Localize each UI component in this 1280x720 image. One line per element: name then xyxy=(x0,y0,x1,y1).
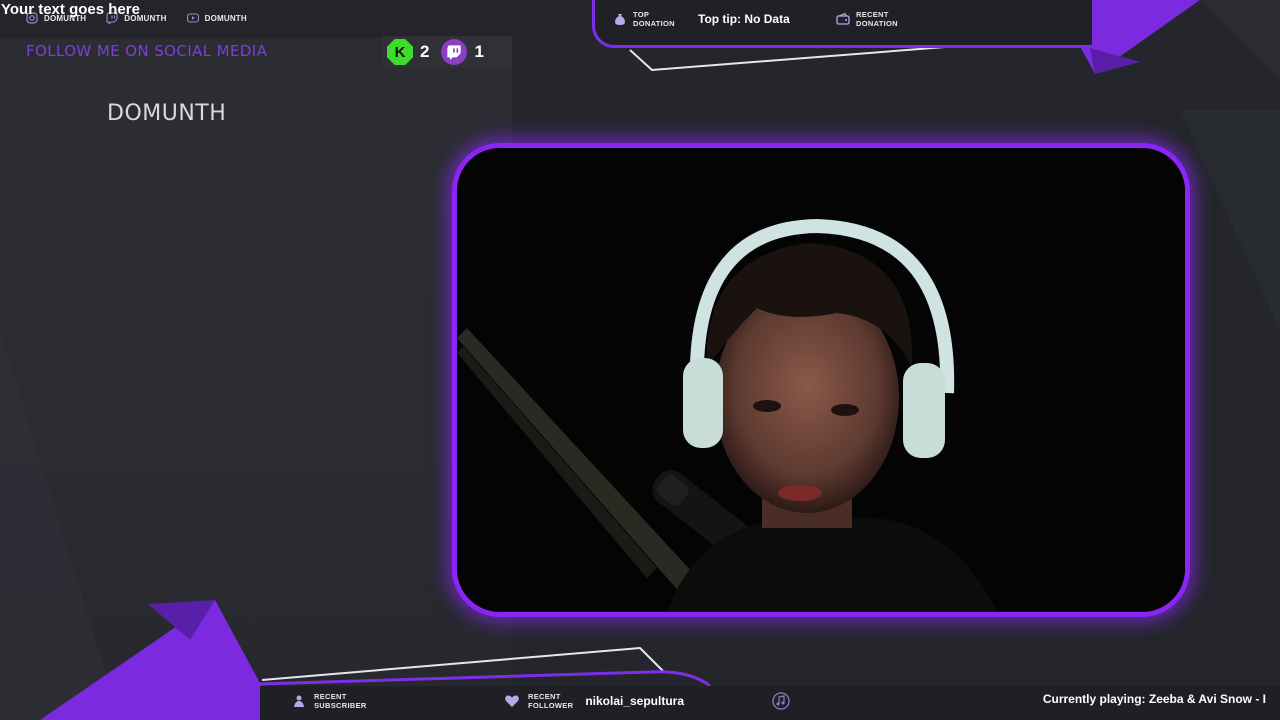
twitch-icon xyxy=(441,39,468,65)
donation-bar: TOP DONATION Top tip: No Data RECENT DON… xyxy=(592,0,1092,48)
wallet-icon xyxy=(836,12,850,25)
kick-viewer-count: 2 xyxy=(420,42,430,61)
recent-subscriber: RECENT SUBSCRIBER xyxy=(292,692,375,710)
top-donation: TOP DONATION xyxy=(613,10,675,28)
social-link-youtube[interactable]: DOMUNTH xyxy=(186,12,247,24)
heart-icon xyxy=(505,695,519,707)
recent-donation-label: RECENT DONATION xyxy=(856,10,898,28)
twitch-viewer-count: 1 xyxy=(474,42,484,61)
streamer-name: DOMUNTH xyxy=(107,101,227,126)
recent-follower: RECENT FOLLOWER nikolai_sepultura xyxy=(504,692,684,710)
youtube-icon xyxy=(186,13,199,23)
twitch-viewer-badge: 1 xyxy=(441,39,484,65)
top-donation-label: TOP DONATION xyxy=(633,10,675,28)
kick-viewer-badge: K 2 xyxy=(387,39,429,65)
viewer-counts: K 2 1 xyxy=(382,36,512,68)
webcam-frame xyxy=(452,143,1190,617)
custom-text-label: Your text goes here xyxy=(1,1,140,18)
star-user-icon xyxy=(294,695,304,707)
money-bag-icon xyxy=(615,14,625,25)
social-name-youtube: DOMUNTH xyxy=(204,13,247,23)
recent-follower-label: RECENT FOLLOWER xyxy=(528,692,574,710)
recent-subscriber-label: RECENT SUBSCRIBER xyxy=(314,692,367,710)
top-social-bar: DOMUNTH DOMUNTH DOMUNTH Your text goes h… xyxy=(0,0,590,38)
kick-icon: K xyxy=(387,39,413,65)
follow-social-title: FOLLOW ME ON SOCIAL MEDIA xyxy=(26,42,268,60)
music-note-icon xyxy=(772,692,790,710)
recent-donation: RECENT DONATION xyxy=(836,10,898,28)
webcam-feed xyxy=(457,148,1185,612)
now-playing-text: Currently playing: Zeeba & Avi Snow - I xyxy=(1042,692,1266,706)
top-donation-value: Top tip: No Data xyxy=(698,12,790,26)
recent-follower-value: nikolai_sepultura xyxy=(585,694,685,708)
